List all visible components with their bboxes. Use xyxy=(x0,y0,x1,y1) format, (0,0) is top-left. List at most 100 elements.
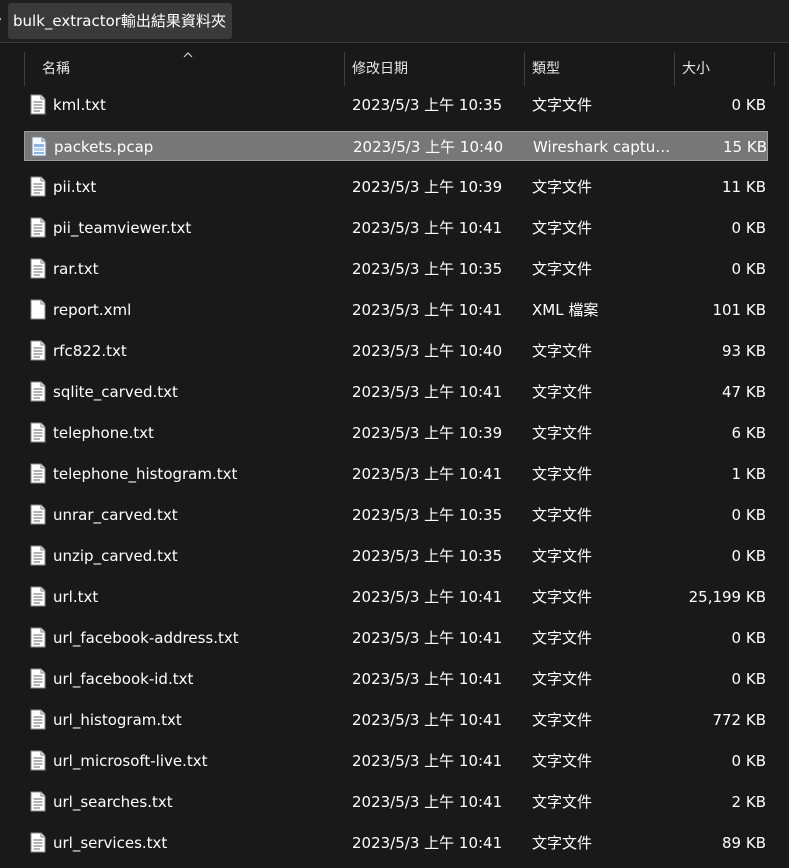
text-file-icon xyxy=(30,832,46,853)
text-file-icon xyxy=(30,586,46,607)
column-divider[interactable] xyxy=(524,52,525,86)
file-name: rar.txt xyxy=(53,260,99,278)
file-size: 0 KB xyxy=(731,547,766,565)
file-row[interactable]: pii.txt 2023/5/3 上午 10:39 文字文件 11 KB xyxy=(24,172,768,202)
pcap-file-icon xyxy=(31,136,47,157)
file-row[interactable]: url_facebook-address.txt 2023/5/3 上午 10:4… xyxy=(24,623,768,653)
file-size: 2 KB xyxy=(731,793,766,811)
file-row[interactable]: kml.txt 2023/5/3 上午 10:35 文字文件 0 KB xyxy=(24,90,768,120)
text-file-icon xyxy=(30,545,46,566)
file-size: 0 KB xyxy=(731,219,766,237)
file-size: 1 KB xyxy=(731,465,766,483)
file-size: 0 KB xyxy=(731,96,766,114)
file-row[interactable]: pii_teamviewer.txt 2023/5/3 上午 10:41 文字文件 0… xyxy=(24,213,768,243)
file-modified-date: 2023/5/3 上午 10:35 xyxy=(352,547,503,565)
file-modified-date: 2023/5/3 上午 10:41 xyxy=(352,629,503,647)
file-name: pii.txt xyxy=(53,178,97,196)
file-name: url.txt xyxy=(53,588,99,606)
file-size: 0 KB xyxy=(731,260,766,278)
file-explorer-window: › bulk_extractor輸出結果資料夾 名稱 修改日期 類型 大小 km… xyxy=(0,0,789,868)
file-row[interactable]: url_facebook-id.txt 2023/5/3 上午 10:41 文字文件… xyxy=(24,664,768,694)
file-row[interactable]: url_searches.txt 2023/5/3 上午 10:41 文字文件 2 K… xyxy=(24,787,768,817)
file-row[interactable]: unzip_carved.txt 2023/5/3 上午 10:35 文字文件 0 K… xyxy=(24,541,768,571)
file-modified-date: 2023/5/3 上午 10:41 xyxy=(352,793,503,811)
file-name: url_histogram.txt xyxy=(53,711,182,729)
file-name: telephone_histogram.txt xyxy=(53,465,238,483)
column-header-type[interactable]: 類型 xyxy=(532,52,560,86)
file-size: 0 KB xyxy=(731,506,766,524)
file-size: 101 KB xyxy=(712,301,766,319)
text-file-icon xyxy=(30,463,46,484)
text-file-icon xyxy=(30,504,46,525)
file-size: 0 KB xyxy=(731,629,766,647)
file-name: url_facebook-id.txt xyxy=(53,670,194,688)
file-row[interactable]: url_microsoft-live.txt 2023/5/3 上午 10:41 文… xyxy=(24,746,768,776)
column-divider[interactable] xyxy=(774,52,775,86)
text-file-icon xyxy=(30,627,46,648)
text-file-icon xyxy=(30,422,46,443)
file-size: 89 KB xyxy=(722,834,766,852)
text-file-icon xyxy=(30,340,46,361)
file-modified-date: 2023/5/3 上午 10:41 xyxy=(352,752,503,770)
column-header-name[interactable]: 名稱 xyxy=(42,52,70,86)
file-modified-date: 2023/5/3 上午 10:41 xyxy=(352,711,503,729)
file-modified-date: 2023/5/3 上午 10:41 xyxy=(352,383,503,401)
file-name: unrar_carved.txt xyxy=(53,506,178,524)
file-row[interactable]: telephone.txt 2023/5/3 上午 10:39 文字文件 6 KB xyxy=(24,418,768,448)
column-divider[interactable] xyxy=(344,52,345,86)
file-row[interactable]: sqlite_carved.txt 2023/5/3 上午 10:41 文字文件 47… xyxy=(24,377,768,407)
file-size: 47 KB xyxy=(722,383,766,401)
file-name: telephone.txt xyxy=(53,424,154,442)
file-name: url_searches.txt xyxy=(53,793,173,811)
file-name: packets.pcap xyxy=(54,138,154,156)
file-modified-date: 2023/5/3 上午 10:41 xyxy=(352,834,503,852)
text-file-icon xyxy=(30,94,46,115)
file-size: 0 KB xyxy=(731,752,766,770)
file-row[interactable]: report.xml 2023/5/3 上午 10:41 XML 檔案 101 KB xyxy=(24,295,768,325)
column-header-size[interactable]: 大小 xyxy=(682,52,710,86)
text-file-icon xyxy=(30,217,46,238)
chevron-right-icon[interactable]: › xyxy=(0,14,2,25)
file-modified-date: 2023/5/3 上午 10:35 xyxy=(352,96,503,114)
file-modified-date: 2023/5/3 上午 10:41 xyxy=(352,588,503,606)
column-divider[interactable] xyxy=(674,52,675,86)
file-row[interactable]: rar.txt 2023/5/3 上午 10:35 文字文件 0 KB xyxy=(24,254,768,284)
file-name: rfc822.txt xyxy=(53,342,127,360)
file-row[interactable]: url.txt 2023/5/3 上午 10:41 文字文件 25,199 KB xyxy=(24,582,768,612)
file-modified-date: 2023/5/3 上午 10:41 xyxy=(352,301,503,319)
file-name: url_microsoft-live.txt xyxy=(53,752,208,770)
file-modified-date: 2023/5/3 上午 10:41 xyxy=(352,219,503,237)
text-file-icon xyxy=(30,258,46,279)
file-size: 93 KB xyxy=(722,342,766,360)
file-modified-date: 2023/5/3 上午 10:39 xyxy=(352,424,503,442)
column-divider[interactable] xyxy=(24,52,25,86)
breadcrumb-folder[interactable]: bulk_extractor輸出結果資料夾 xyxy=(8,3,232,39)
file-row[interactable]: url_histogram.txt 2023/5/3 上午 10:41 文字文件 77… xyxy=(24,705,768,735)
file-name: sqlite_carved.txt xyxy=(53,383,178,401)
file-row[interactable]: unrar_carved.txt 2023/5/3 上午 10:35 文字文件 0 K… xyxy=(24,500,768,530)
text-file-icon xyxy=(30,709,46,730)
file-size: 0 KB xyxy=(731,670,766,688)
file-size: 15 KB xyxy=(723,138,767,156)
file-row[interactable]: url_services.txt 2023/5/3 上午 10:41 文字文件 89 … xyxy=(24,828,768,858)
file-size: 25,199 KB xyxy=(688,588,766,606)
text-file-icon xyxy=(30,750,46,771)
file-row[interactable]: rfc822.txt 2023/5/3 上午 10:40 文字文件 93 KB xyxy=(24,336,768,366)
file-modified-date: 2023/5/3 上午 10:39 xyxy=(352,178,503,196)
file-name: pii_teamviewer.txt xyxy=(53,219,192,237)
address-bar[interactable]: › bulk_extractor輸出結果資料夾 xyxy=(0,0,789,43)
file-size: 772 KB xyxy=(712,711,766,729)
column-header-date[interactable]: 修改日期 xyxy=(352,52,408,86)
sort-ascending-icon xyxy=(183,52,193,58)
file-row-selected[interactable]: packets.pcap 2023/5/3 上午 10:40 Wireshark c… xyxy=(24,131,768,161)
file-size: 6 KB xyxy=(731,424,766,442)
file-name: report.xml xyxy=(53,301,132,319)
file-modified-date: 2023/5/3 上午 10:40 xyxy=(353,138,504,156)
text-file-icon xyxy=(30,668,46,689)
file-modified-date: 2023/5/3 上午 10:41 xyxy=(352,670,503,688)
file-row[interactable]: telephone_histogram.txt 2023/5/3 上午 10:41… xyxy=(24,459,768,489)
file-name: unzip_carved.txt xyxy=(53,547,178,565)
text-file-icon xyxy=(30,381,46,402)
column-header-row: 名稱 修改日期 類型 大小 xyxy=(0,52,789,86)
file-modified-date: 2023/5/3 上午 10:35 xyxy=(352,506,503,524)
